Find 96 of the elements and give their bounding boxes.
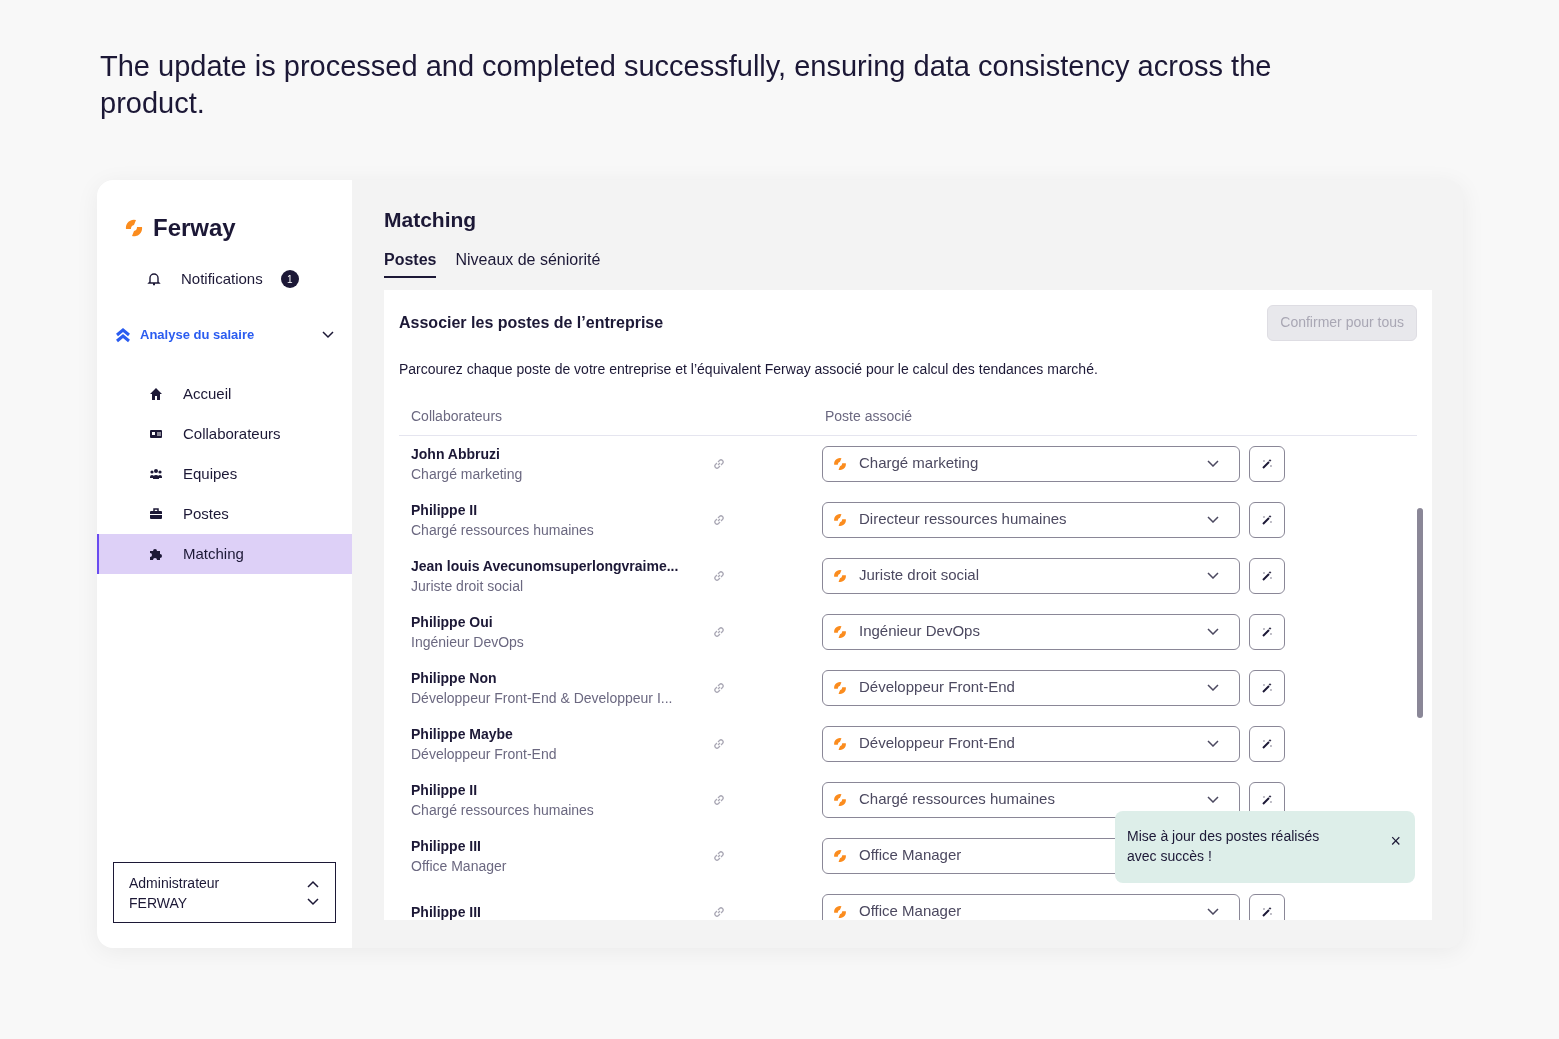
link-icon — [713, 681, 725, 694]
employee-job: Office Manager — [411, 856, 508, 876]
sidebar-item[interactable]: Postes — [97, 494, 352, 534]
account-company: FERWAY — [129, 893, 189, 913]
panel-title: Associer les postes de l’entreprise — [399, 312, 664, 333]
notifications-link[interactable]: Notifications — [181, 267, 263, 291]
analyse-section-header[interactable]: Analyse du salaire — [97, 320, 352, 350]
chevron-down-icon — [1207, 740, 1219, 747]
employee-job: Chargé ressources humaines — [411, 520, 595, 540]
section-label: Analyse du salaire — [140, 326, 256, 345]
link-icon — [713, 457, 725, 470]
magic-wand-button[interactable] — [1249, 669, 1285, 706]
id-card-icon — [149, 427, 163, 441]
chevron-down-icon — [1207, 516, 1219, 523]
logo-icon — [832, 735, 848, 752]
employee-job: Développeur Front-End — [411, 744, 558, 764]
magic-wand-icon — [1261, 905, 1273, 918]
employee-job: Développeur Front-End & Developpeur I... — [411, 688, 674, 708]
employee-name: Philippe Maybe — [411, 724, 514, 744]
briefcase-icon — [149, 507, 163, 521]
team-icon — [149, 467, 163, 481]
chevron-down-icon — [1207, 796, 1219, 803]
logo-icon — [832, 623, 848, 640]
employee-name: Jean louis Avecunomsuperlongvraime... — [411, 556, 680, 576]
job-dropdown[interactable]: Office Manager — [822, 893, 1240, 920]
tab[interactable]: Postes — [384, 247, 437, 278]
employee-job: Juriste droit social — [411, 576, 525, 596]
magic-wand-icon — [1261, 625, 1273, 638]
job-dropdown[interactable]: Directeur ressources humaines — [822, 501, 1240, 538]
chevron-down-icon — [1207, 628, 1219, 635]
employee-name: Philippe II — [411, 780, 479, 800]
column-header: Poste associé — [825, 406, 913, 426]
account-selector[interactable]: Administrateur FERWAY — [113, 862, 336, 923]
sidebar-item[interactable]: Collaborateurs — [97, 414, 352, 454]
link-icon — [713, 905, 725, 918]
chevron-down-icon — [1207, 572, 1219, 579]
magic-wand-button[interactable] — [1249, 725, 1285, 762]
link-icon — [713, 849, 725, 862]
link-icon — [713, 625, 725, 638]
logo-icon — [832, 679, 848, 696]
job-dropdown[interactable]: Ingénieur DevOps — [822, 613, 1240, 650]
logo-icon — [832, 511, 848, 528]
employee-name: Philippe III — [411, 902, 482, 920]
chevron-down-icon — [1207, 684, 1219, 691]
home-icon — [149, 387, 163, 401]
magic-wand-icon — [1261, 569, 1273, 582]
page-title: Matching — [384, 207, 478, 233]
tab[interactable]: Niveaux de séniorité — [455, 247, 601, 278]
employee-job: Chargé marketing — [411, 464, 524, 484]
account-role: Administrateur — [129, 873, 221, 893]
magic-wand-icon — [1261, 681, 1273, 694]
notification-badge: 1 — [280, 270, 299, 288]
sidebar-item[interactable]: Equipes — [97, 454, 352, 494]
chevron-icon — [322, 331, 334, 339]
magic-wand-button[interactable] — [1249, 501, 1285, 538]
logo-icon — [832, 791, 848, 808]
logo-icon — [832, 903, 848, 920]
logo-icon — [832, 847, 848, 864]
panel-description: Parcourez chaque poste de votre entreprise et l’équivalent Ferway associé pour le calcul des tendances marché. — [399, 359, 1099, 379]
headline: The update is processed and completed successfully, ensuring data consistency across the product. — [100, 49, 1273, 121]
employee-name: Philippe Non — [411, 668, 498, 688]
magic-wand-icon — [1261, 457, 1273, 470]
magic-wand-icon — [1261, 737, 1273, 750]
job-dropdown[interactable]: Développeur Front-End — [822, 725, 1240, 762]
job-dropdown[interactable]: Juriste droit social — [822, 557, 1240, 594]
link-icon — [713, 737, 725, 750]
magic-wand-button[interactable] — [1249, 613, 1285, 650]
sidebar-item[interactable]: Accueil — [97, 374, 352, 414]
link-icon — [713, 513, 725, 526]
logo-icon — [832, 455, 848, 472]
employee-name: John Abbruzi — [411, 444, 501, 464]
magic-wand-icon — [1261, 513, 1273, 526]
chevron-down-icon — [1207, 460, 1219, 467]
employee-job: Ingénieur DevOps — [411, 632, 525, 652]
logo-icon — [832, 567, 848, 584]
magic-wand-button[interactable] — [1249, 445, 1285, 482]
close-button[interactable]: × — [1390, 830, 1401, 851]
logo-icon — [123, 217, 145, 239]
job-dropdown[interactable]: Développeur Front-End — [822, 669, 1240, 706]
magic-wand-icon — [1261, 793, 1273, 806]
magic-wand-button[interactable] — [1249, 893, 1285, 920]
link-icon — [713, 569, 725, 582]
employee-job: Chargé ressources humaines — [411, 800, 595, 820]
sidebar-item[interactable]: Matching — [97, 534, 352, 574]
employee-name: Philippe II — [411, 500, 479, 520]
logo-text: Ferway — [153, 213, 236, 243]
employee-name: Philippe III — [411, 836, 482, 856]
column-header: Collaborateurs — [410, 406, 504, 426]
chevrons-up-icon — [114, 326, 132, 344]
chevron-down-icon — [1207, 908, 1219, 915]
magic-wand-button[interactable] — [1249, 557, 1285, 594]
job-dropdown[interactable]: Chargé marketing — [822, 445, 1240, 482]
bell-icon — [147, 272, 161, 286]
puzzle-icon — [149, 547, 163, 561]
link-icon — [713, 793, 725, 806]
employee-name: Philippe Oui — [411, 612, 494, 632]
